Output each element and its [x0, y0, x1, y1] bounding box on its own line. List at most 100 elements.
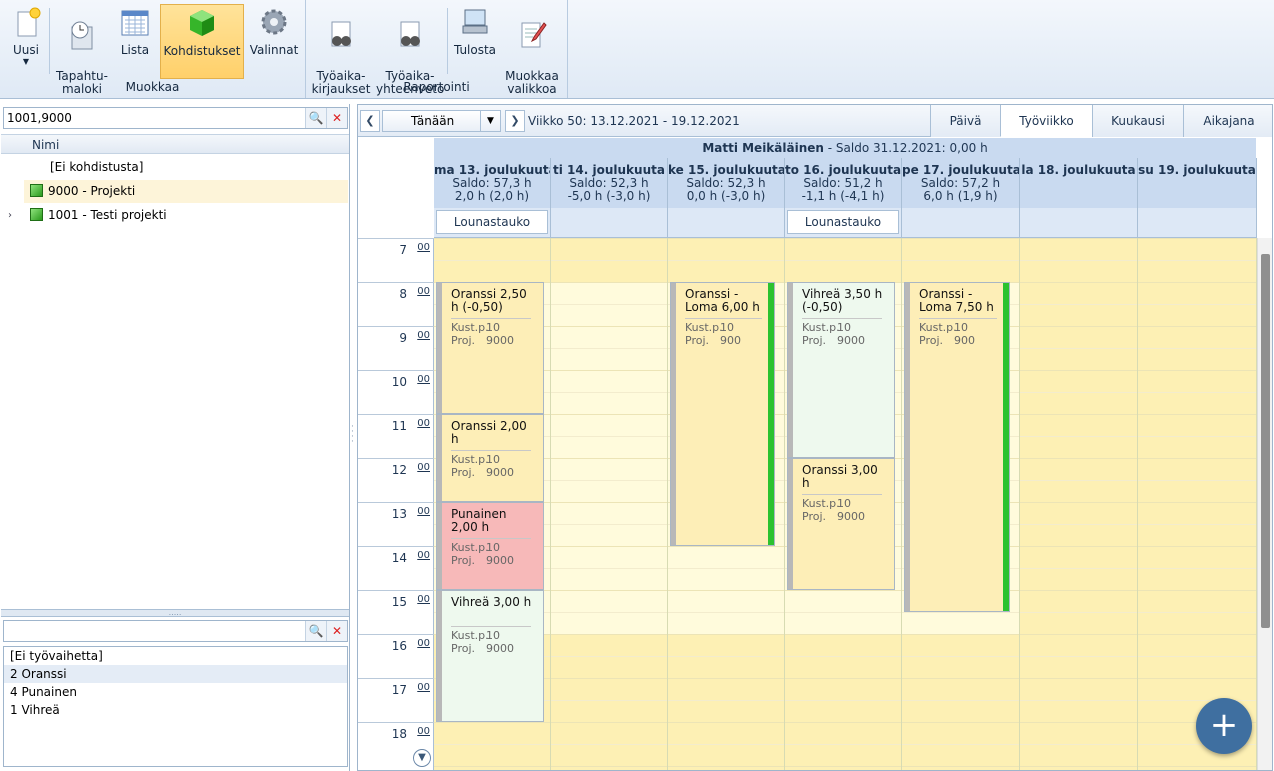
panel-splitter[interactable]: .....	[1, 609, 349, 617]
tree-row[interactable]: [Ei kohdistusta]	[24, 156, 348, 179]
day-header[interactable]: pe 17. joulukuuta Saldo: 57,2 h 6,0 h (1,9…	[902, 158, 1020, 208]
vertical-splitter-grip[interactable]: · · · ·	[351, 423, 355, 447]
scrollbar-thumb[interactable]	[1261, 254, 1270, 628]
phase-list-item[interactable]: [Ei työvaihetta]	[4, 647, 347, 665]
event-title: Vihreä 3,50 h (-0,50)	[802, 287, 883, 314]
list-button[interactable]: Lista	[114, 4, 156, 79]
time-entry-event[interactable]: Punainen 2,00 h Kust.p.10 Proj. 9000	[436, 502, 544, 590]
event-detail-value: 9000	[837, 510, 865, 523]
lunch-break-button[interactable]: Lounastauko	[436, 210, 548, 234]
event-detail-label: Proj.	[919, 334, 944, 347]
day-column[interactable]	[551, 238, 668, 770]
time-entry-event[interactable]: Vihreä 3,50 h (-0,50) Kust.p.10 Proj. 9000	[787, 282, 895, 458]
vertical-scrollbar[interactable]	[1257, 238, 1272, 770]
hour-gridline	[1020, 546, 1137, 547]
time-entry-event[interactable]: Oranssi - Loma 7,50 h Kust.p.10 Proj. 900	[904, 282, 1010, 612]
tyoaika-kirjaukset-button[interactable]: Työaika- kirjaukset	[310, 4, 372, 96]
event-detail-value: 10	[720, 321, 734, 334]
phase-list-item[interactable]: 1 Vihreä	[4, 701, 347, 719]
hour-gridline	[1020, 766, 1137, 767]
half-hour-gridline	[1138, 304, 1256, 305]
next-week-button[interactable]: ❯	[505, 110, 525, 132]
clear-x-icon[interactable]: ✕	[326, 108, 347, 128]
time-entry-event[interactable]: Vihreä 3,00 h Kust.p.10 Proj. 9000	[436, 590, 544, 722]
event-title: Punainen 2,00 h	[451, 507, 507, 534]
half-hour-gridline	[1020, 392, 1137, 393]
phase-search-field[interactable]: 🔍 ✕	[3, 620, 348, 642]
valinnat-label: Valinnat	[249, 43, 299, 57]
all-day-cell[interactable]	[668, 208, 785, 238]
binoculars-search-icon[interactable]: 🔍	[305, 108, 326, 128]
new-button[interactable]: Uusi ▼	[6, 4, 46, 79]
assignment-search-field[interactable]: 1001,9000 🔍 ✕	[3, 107, 348, 129]
tab-work-week[interactable]: Työviikko	[1000, 105, 1092, 137]
lunch-break-button[interactable]: Lounastauko	[787, 210, 899, 234]
time-entry-event[interactable]: Oranssi 2,50 h (-0,50) Kust.p.10 Proj. 9000	[436, 282, 544, 414]
tree-header-label: Nimi	[32, 138, 60, 152]
day-column[interactable]	[1138, 238, 1257, 770]
all-day-cell[interactable]: Lounastauko	[434, 208, 551, 238]
event-detail-proj: Proj. 9000	[451, 334, 514, 347]
tyoaika-yhteenveto-button[interactable]: Työaika- yhteenveto	[376, 4, 444, 96]
day-header-diff: -1,1 h (-4,1 h)	[801, 189, 885, 203]
time-grid[interactable]: 7 00 8 00 9 00 10 00 11 00 12 00 13 00 14 00 15 00 16 00 17 0…	[358, 238, 1257, 770]
hour-gridline	[1138, 282, 1256, 283]
previous-week-button[interactable]: ❮	[360, 110, 380, 132]
all-day-cell[interactable]	[1138, 208, 1257, 238]
half-hour-gridline	[902, 744, 1019, 745]
event-log-button[interactable]: Tapahtu- maloki	[53, 4, 111, 96]
day-header[interactable]: ma 13. joulukuuta Saldo: 57,3 h 2,0 h (2,0…	[434, 158, 551, 208]
event-detail-label: Proj.	[802, 334, 827, 347]
all-day-cell[interactable]	[551, 208, 668, 238]
day-header[interactable]: su 19. joulukuuta	[1138, 158, 1257, 208]
half-hour-gridline	[785, 260, 901, 261]
ribbon-group-label-raportointi: Raportointi	[403, 80, 470, 94]
day-header[interactable]: to 16. joulukuuta Saldo: 51,2 h -1,1 h (-4…	[785, 158, 902, 208]
tab-timeline[interactable]: Aikajana	[1183, 105, 1272, 137]
phase-list-item[interactable]: 4 Punainen	[4, 683, 347, 701]
clear-x-icon[interactable]: ✕	[326, 621, 347, 641]
day-header[interactable]: la 18. joulukuuta	[1020, 158, 1138, 208]
time-entry-event[interactable]: Oranssi - Loma 6,00 h Kust.p.10 Proj. 900	[670, 282, 775, 546]
day-header-name: la 18. joulukuuta	[1021, 163, 1136, 177]
add-entry-button[interactable]: +	[1196, 698, 1252, 754]
day-header-diff: -5,0 h (-3,0 h)	[567, 189, 651, 203]
all-day-cell[interactable]: Lounastauko	[785, 208, 902, 238]
day-header[interactable]: ke 15. joulukuuta Saldo: 52,3 h 0,0 h (-3,…	[668, 158, 785, 208]
print-button[interactable]: Tulosta	[451, 4, 499, 79]
all-day-cell[interactable]	[902, 208, 1020, 238]
expand-chevron-icon[interactable]: ›	[8, 204, 12, 227]
valinnat-button[interactable]: Valinnat	[247, 4, 301, 79]
event-detail-value: 9000	[486, 334, 514, 347]
tree-row[interactable]: 9000 - Projekti	[24, 180, 348, 203]
phase-list-item[interactable]: 2 Oranssi	[4, 665, 347, 683]
time-entry-event[interactable]: Oranssi 3,00 h Kust.p.10 Proj. 9000	[787, 458, 895, 590]
scroll-down-chevron-icon[interactable]: ▼	[413, 749, 431, 767]
hour-gridline	[668, 678, 784, 679]
hour-gridline	[1020, 590, 1137, 591]
tab-month[interactable]: Kuukausi	[1092, 105, 1183, 137]
hour-minutes: 00	[417, 242, 430, 253]
hour-gridline	[668, 590, 784, 591]
day-header[interactable]: ti 14. joulukuuta Saldo: 52,3 h -5,0 h (-3…	[551, 158, 668, 208]
time-entry-event[interactable]: Oranssi 2,00 h Kust.p.10 Proj. 9000	[436, 414, 544, 502]
event-title: Oranssi - Loma 6,00 h	[685, 287, 760, 314]
half-hour-gridline	[902, 612, 1019, 613]
tree-row[interactable]: › 1001 - Testi projekti	[8, 204, 348, 227]
hour-minutes: 00	[417, 638, 430, 649]
tab-day[interactable]: Päivä	[930, 105, 1000, 137]
today-dropdown[interactable]: Tänään ▼	[382, 110, 501, 132]
edit-menu-button[interactable]: Muokkaa valikkoa	[502, 4, 562, 96]
half-hour-gridline	[668, 656, 784, 657]
half-hour-gridline	[551, 568, 667, 569]
half-hour-gridline	[1020, 480, 1137, 481]
hour-gridline	[1138, 238, 1256, 239]
tree-column-header[interactable]: Nimi	[1, 134, 349, 154]
kohdistukset-button[interactable]: Kohdistukset	[160, 4, 244, 79]
day-column[interactable]	[1020, 238, 1138, 770]
event-detail-cost: Kust.p.10	[802, 321, 851, 334]
approved-green-bar	[1003, 283, 1009, 611]
binoculars-search-icon[interactable]: 🔍	[305, 621, 326, 641]
hour-gridline	[1020, 458, 1137, 459]
all-day-cell[interactable]	[1020, 208, 1138, 238]
